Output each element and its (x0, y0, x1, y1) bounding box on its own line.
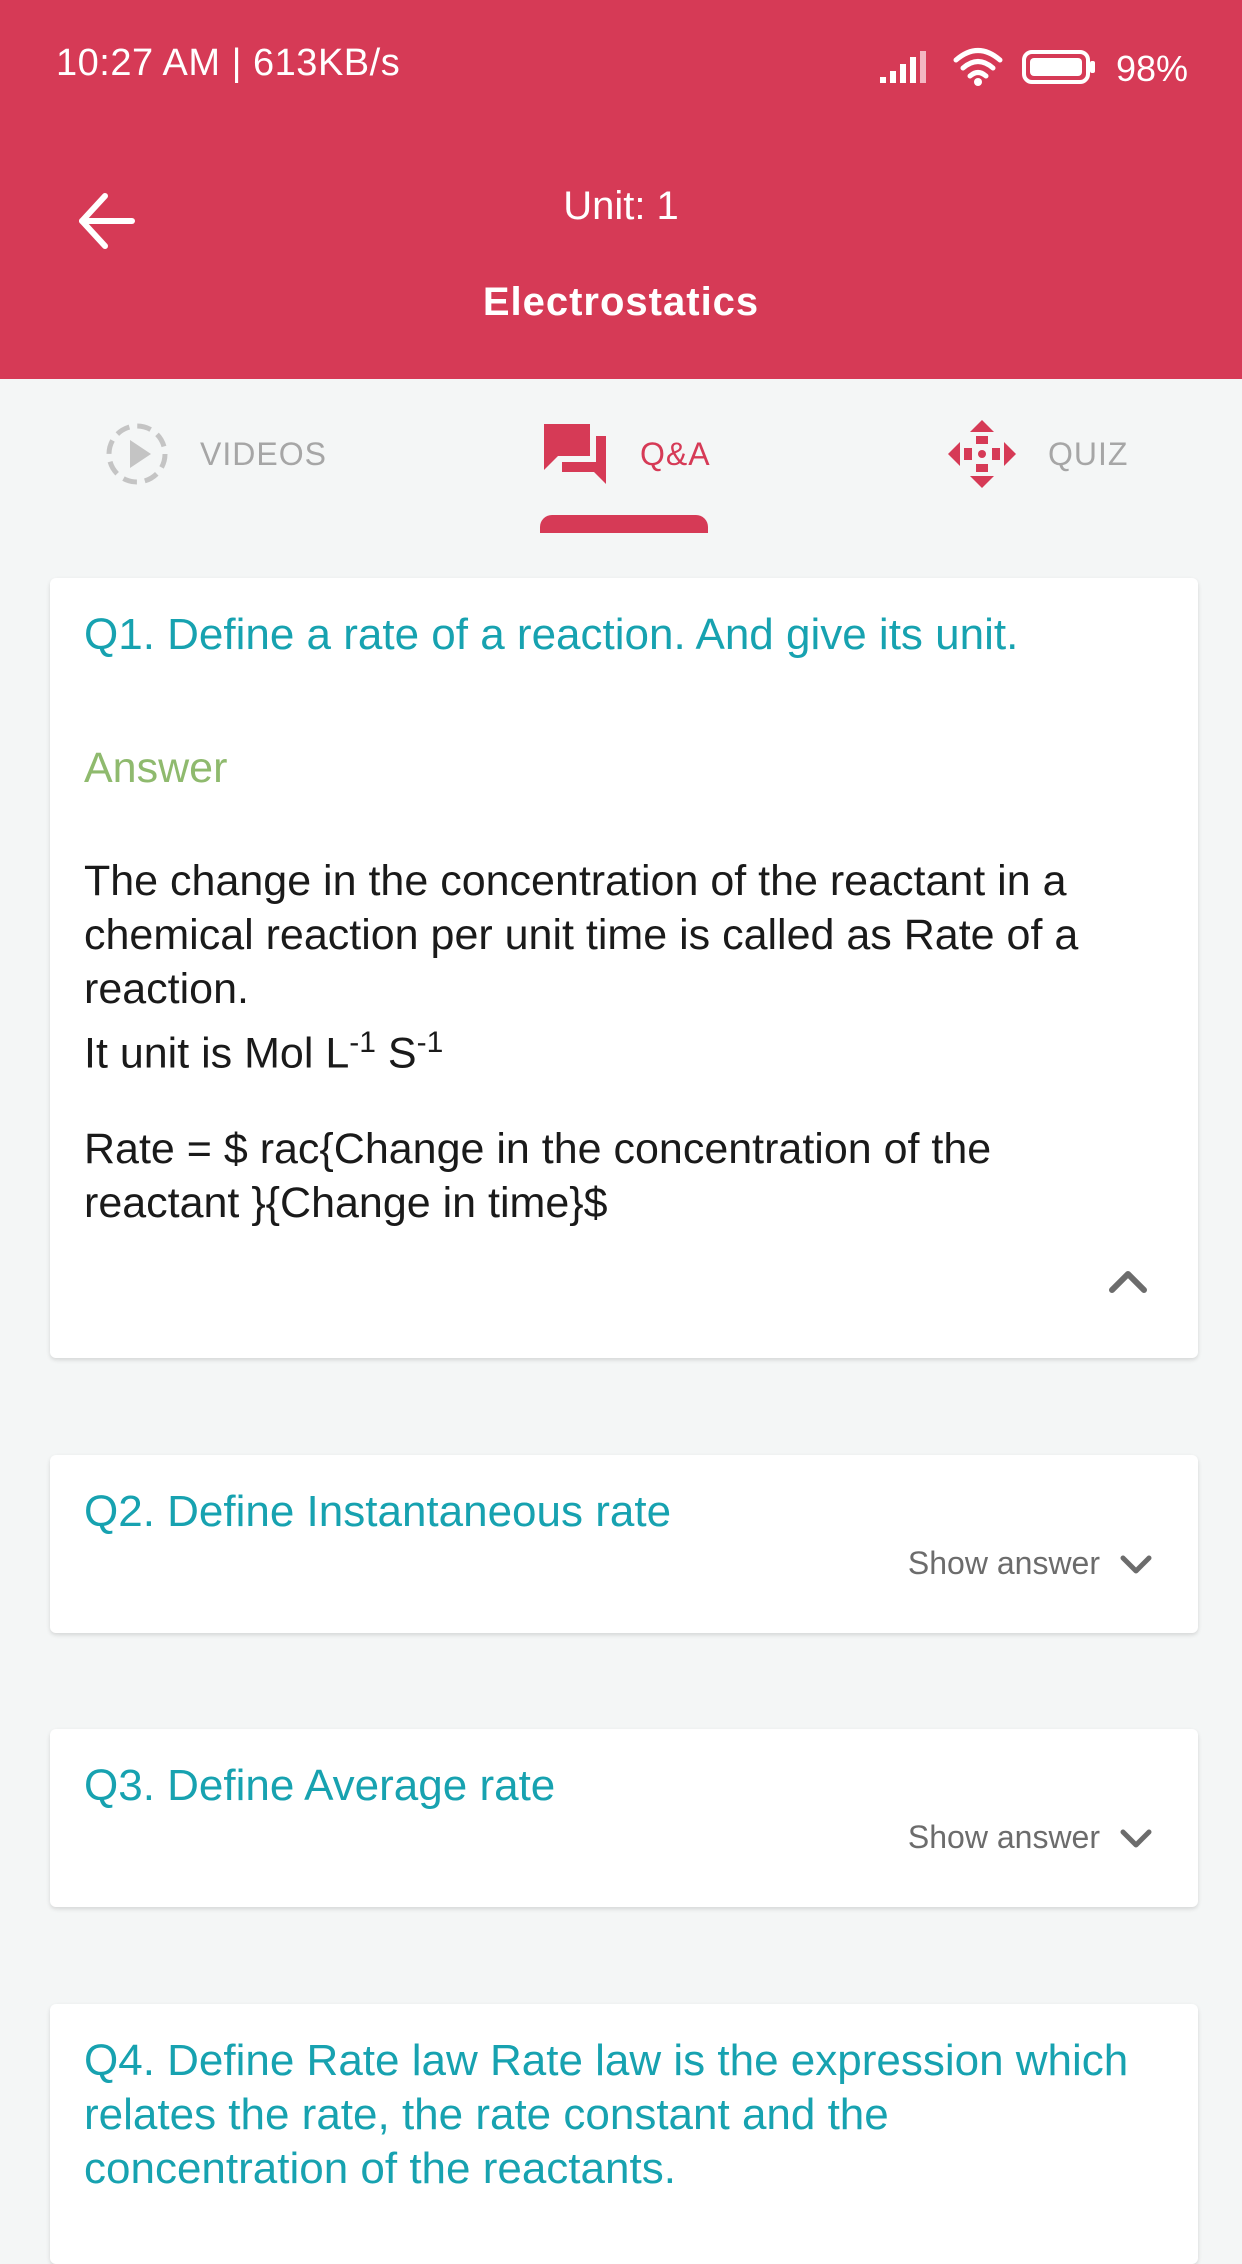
app-header: 10:27 AM | 613KB/s 98% Unit: 1 Electrost… (0, 0, 1242, 379)
tab-qa[interactable]: Q&A (542, 409, 711, 499)
status-time: 10:27 AM | 613KB/s (56, 42, 401, 84)
question-card: Q2. Define Instantaneous rate Show answe… (50, 1455, 1198, 1633)
question-text[interactable]: Q2. Define Instantaneous rate (84, 1485, 1164, 1539)
show-answer-button[interactable]: Show answer (908, 1545, 1154, 1582)
question-card: Q4. Define Rate law Rate law is the expr… (50, 2004, 1198, 2264)
question-text[interactable]: Q4. Define Rate law Rate law is the expr… (84, 2034, 1164, 2196)
tab-videos-label: VIDEOS (200, 435, 327, 472)
show-answer-label: Show answer (907, 1545, 1100, 1581)
unit-title: Unit: 1 (563, 184, 679, 228)
tab-bar: VIDEOS Q&A QUIZ (0, 379, 1242, 533)
play-circle-icon (106, 423, 168, 485)
chapter-title: Electrostatics (482, 280, 760, 324)
battery-percentage: 98% (1115, 48, 1188, 89)
question-card: Q3. Define Average rate Show answer (50, 1729, 1198, 1907)
answer-heading: Answer (84, 744, 228, 792)
show-answer-label: Show answer (907, 1819, 1100, 1855)
chevron-down-icon (1120, 1555, 1152, 1573)
signal-icon (878, 49, 934, 90)
battery-icon (1021, 49, 1098, 90)
status-icons: 98% (878, 44, 1188, 94)
chat-icon (544, 424, 606, 484)
question-text[interactable]: Q3. Define Average rate (84, 1759, 1164, 1813)
tab-quiz-label: QUIZ (1048, 435, 1129, 472)
tab-quiz[interactable]: QUIZ (946, 409, 1128, 499)
active-tab-indicator (540, 515, 708, 533)
wifi-icon (952, 47, 1004, 92)
answer-formula: Rate = $ rac{Change in the concentration… (84, 1125, 992, 1228)
question-text[interactable]: Q1. Define a rate of a reaction. And giv… (84, 608, 1164, 662)
diamond-arrows-icon (948, 420, 1016, 488)
chevron-down-icon (1120, 1829, 1152, 1847)
chevron-up-icon (1109, 1271, 1147, 1293)
collapse-answer-button[interactable] (1106, 1266, 1150, 1296)
answer-unit: It unit is Mol L-1 S-1 (84, 1026, 444, 1078)
show-answer-button[interactable]: Show answer (908, 1819, 1154, 1856)
answer-text: The change in the concentration of the r… (84, 857, 1079, 1013)
tab-qa-label: Q&A (640, 435, 711, 472)
question-card: Q1. Define a rate of a reaction. And giv… (50, 578, 1198, 1358)
answer-body: The change in the concentration of the r… (84, 854, 1158, 1230)
tab-videos[interactable]: VIDEOS (104, 409, 327, 499)
